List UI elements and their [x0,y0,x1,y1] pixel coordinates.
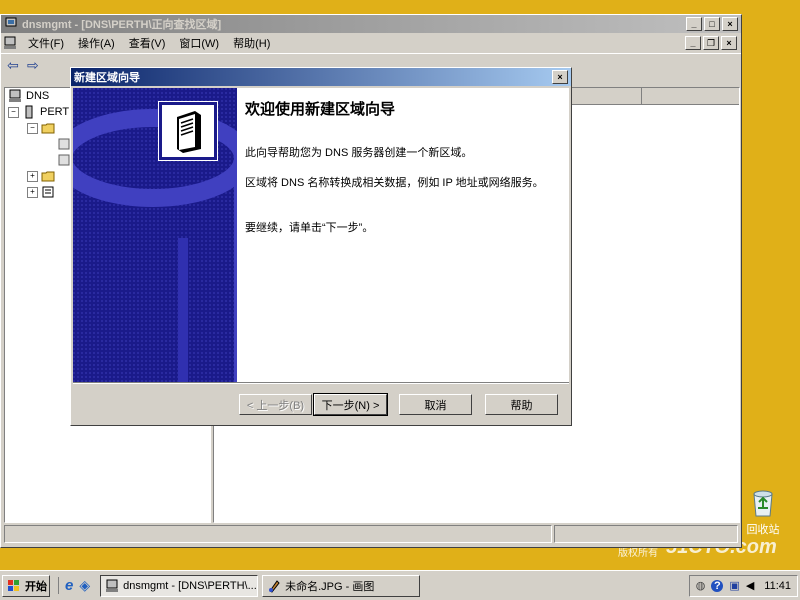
wizard-title: 新建区域向导 [74,72,140,84]
zone-icon [58,154,70,166]
recycle-bin[interactable]: 回收站 [740,488,786,537]
volume-icon[interactable]: ◀ [746,579,754,592]
event-log-icon [42,186,54,198]
menu-help[interactable]: 帮助(H) [226,33,277,53]
main-window-title: dnsmgmt - [DNS\PERTH\正向查找区域] [22,19,222,31]
new-zone-wizard: 新建区域向导 × 欢迎使用新建区域向导 此向导帮助您为 DNS 服务器创建一个新… [70,67,572,426]
status-pane-2 [554,525,738,543]
help-button[interactable]: 帮助 [485,394,558,415]
ie-icon[interactable]: e [65,577,73,594]
folder-icon [41,171,55,182]
clock[interactable]: 11:41 [764,580,791,592]
zone-icon [58,138,70,150]
tree-root-label: DNS [26,90,50,102]
next-button[interactable]: 下一步(N) > [313,393,388,416]
menu-action[interactable]: 操作(A) [71,33,122,53]
wizard-side-graphic [73,88,237,382]
child-minimize-button[interactable]: _ [685,36,701,50]
taskbar: 开始 e ◈ dnsmgmt - [DNS\PERTH\... 未命名.JPG … [0,570,800,600]
dns-icon [9,89,21,102]
forward-arrow-icon[interactable]: ⇨ [27,57,47,74]
quick-launch: e ◈ [58,577,90,594]
main-titlebar[interactable]: dnsmgmt - [DNS\PERTH\正向查找区域] _ □ × [1,15,741,33]
task-paint-label: 未命名.JPG - 画图 [285,580,375,593]
menu-window[interactable]: 窗口(W) [172,33,226,53]
menu-file[interactable]: 文件(F) [21,33,71,53]
menu-bar: 文件(F) 操作(A) 查看(V) 窗口(W) 帮助(H) _ ❐ × [1,33,741,53]
monitor-icon[interactable]: ▣ [729,579,739,592]
child-close-button[interactable]: × [721,36,737,50]
task-dnsmgmt-label: dnsmgmt - [DNS\PERTH\... [123,579,257,592]
maximize-button[interactable]: □ [704,17,720,31]
recycle-bin-label: 回收站 [746,524,780,536]
wizard-titlebar[interactable]: 新建区域向导 × [71,68,571,86]
back-button[interactable]: < 上一步(B) [239,394,312,415]
wizard-para-3: 要继续，请单击“下一步”。 [245,222,374,234]
wizard-separator [73,382,569,384]
help-tray-icon[interactable]: ? [711,579,724,592]
system-tray: ◍ ? ▣ ◀ 11:41 [688,574,798,597]
column-header-status[interactable] [642,88,739,104]
wizard-content: 欢迎使用新建区域向导 此向导帮助您为 DNS 服务器创建一个新区域。 区域将 D… [237,88,569,382]
dns-app-icon [5,17,17,30]
dns-task-icon [106,579,119,592]
close-button[interactable]: × [722,17,738,31]
recycle-bin-icon [753,490,773,517]
status-pane-1 [4,525,552,543]
network-icon[interactable]: ◍ [696,579,706,592]
collapse-icon[interactable]: − [27,122,38,134]
server-icon [25,105,33,119]
expand-icon[interactable]: + [27,186,38,198]
column-header-type[interactable] [571,88,642,104]
folder-icon [41,123,55,134]
status-bar [4,525,738,543]
menu-view[interactable]: 查看(V) [122,33,173,53]
server-tower-icon [177,111,201,153]
wizard-para-2: 区域将 DNS 名称转换成相关数据，例如 IP 地址或网络服务。 [245,177,544,189]
child-restore-button[interactable]: ❐ [703,36,719,50]
task-paint[interactable]: 未命名.JPG - 画图 [262,574,421,597]
tree-server-label: PERT [40,106,70,118]
wizard-heading: 欢迎使用新建区域向导 [245,101,396,118]
start-label: 开始 [25,580,47,593]
start-button[interactable]: 开始 [2,574,50,597]
wizard-para-1: 此向导帮助您为 DNS 服务器创建一个新区域。 [245,147,473,159]
paint-icon [269,579,280,593]
desktop-icon[interactable]: ◈ [79,577,90,594]
wizard-close-button[interactable]: × [552,70,568,84]
back-arrow-icon[interactable]: ⇦ [7,57,27,74]
wizard-server-icon-box [158,101,218,161]
windows-logo-icon [8,579,19,591]
minimize-button[interactable]: _ [686,17,702,31]
mmc-child-icon[interactable] [3,36,17,50]
cancel-button[interactable]: 取消 [399,394,472,415]
task-dnsmgmt[interactable]: dnsmgmt - [DNS\PERTH\... [100,574,259,597]
collapse-icon[interactable]: − [8,106,19,118]
expand-icon[interactable]: + [27,170,38,182]
